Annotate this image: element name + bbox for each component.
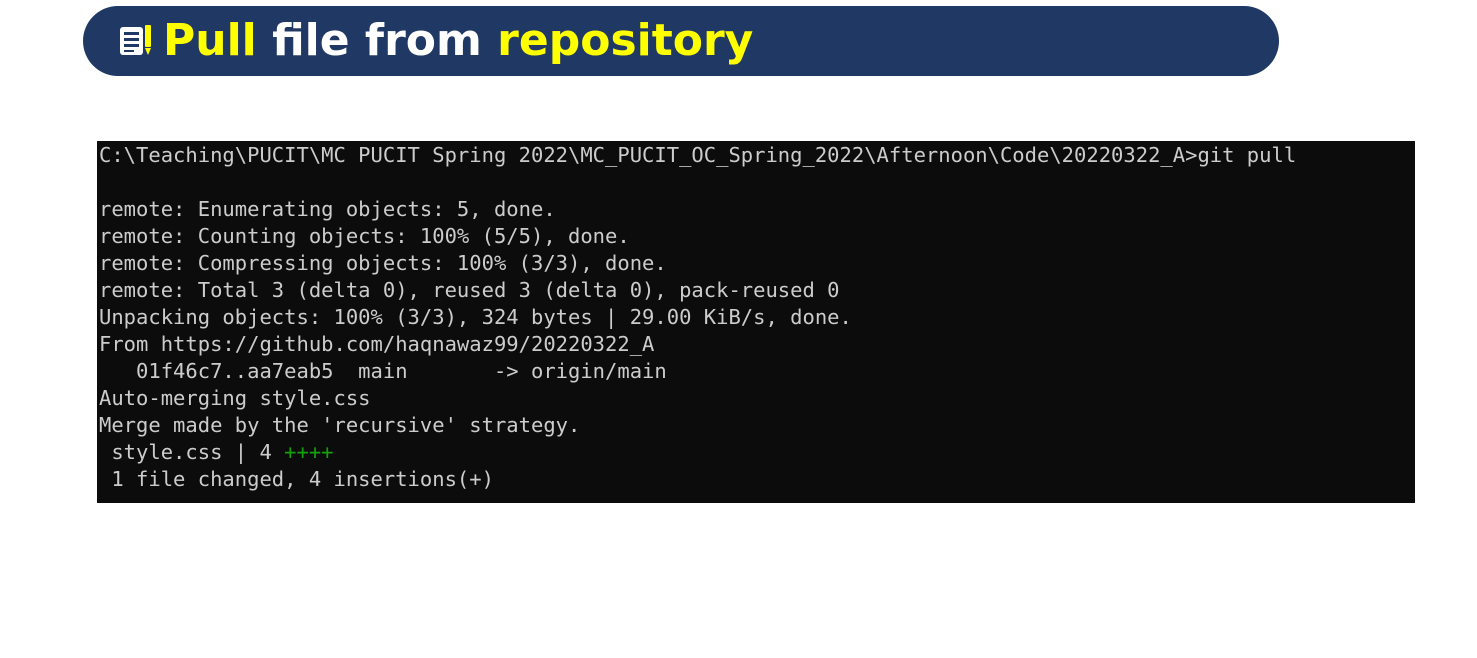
terminal-output-line: Unpacking objects: 100% (3/3), 324 bytes… [99,305,852,329]
terminal-prompt-line: C:\Teaching\PUCIT\MC PUCIT Spring 2022\M… [99,143,1297,167]
document-edit-icon [119,20,153,62]
title-word-file-from: file from [256,15,498,66]
terminal-output-line: Merge made by the 'recursive' strategy. [99,413,581,437]
terminal-output-line: remote: Enumerating objects: 5, done. [99,197,556,221]
terminal-summary-line: 1 file changed, 4 insertions(+) [99,467,494,491]
terminal-output-line: Auto-merging style.css [99,386,371,410]
terminal-output-line: From https://github.com/haqnawaz99/20220… [99,332,655,356]
title-word-pull: Pull [163,15,257,66]
diffstat-file: style.css | 4 [99,440,285,464]
terminal-output-line: 01f46c7..aa7eab5 main -> origin/main [99,359,667,383]
terminal-window: C:\Teaching\PUCIT\MC PUCIT Spring 2022\M… [97,141,1415,503]
title-banner: Pull file from repository [83,6,1279,76]
page-title: Pull file from repository [163,19,753,63]
terminal-diffstat-line: style.css | 4 ++++ [99,439,1415,466]
terminal-output-line: remote: Total 3 (delta 0), reused 3 (del… [99,278,840,302]
diffstat-plus-marks: ++++ [284,440,334,464]
title-word-repository: repository [497,15,754,66]
terminal-output-line: remote: Counting objects: 100% (5/5), do… [99,224,630,248]
terminal-output-line: remote: Compressing objects: 100% (3/3),… [99,251,667,275]
